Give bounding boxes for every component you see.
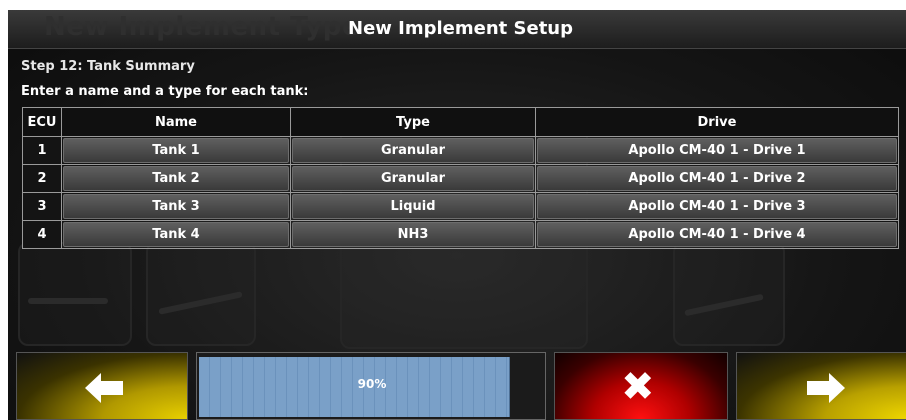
page-title: New Implement Setup <box>348 18 574 39</box>
table-row: 3 Tank 3 Liquid Apollo CM-40 1 - Drive 3 <box>22 192 899 221</box>
tank-table: ECU Name Type Drive 1 Tank 1 Granular Ap… <box>22 107 899 249</box>
table-row: 1 Tank 1 Granular Apollo CM-40 1 - Drive… <box>22 136 899 165</box>
name-cell: Tank 4 <box>61 220 291 249</box>
next-button[interactable] <box>736 352 906 420</box>
progress-label: 90% <box>357 377 387 391</box>
name-cell: Tank 1 <box>61 136 291 165</box>
ecu-cell: 3 <box>22 192 62 221</box>
arrow-right-icon <box>807 373 845 403</box>
type-cell: Granular <box>290 136 536 165</box>
column-header-ecu: ECU <box>22 107 62 137</box>
background-tile <box>673 242 785 346</box>
ghost-title: New Implement Type <box>44 12 360 42</box>
tank-drive-button[interactable]: Apollo CM-40 1 - Drive 2 <box>537 166 897 191</box>
tank-type-button[interactable]: NH3 <box>292 222 534 247</box>
name-cell: Tank 2 <box>61 164 291 193</box>
tank-type-button[interactable]: Granular <box>292 138 534 163</box>
step-label: Step 12: Tank Summary <box>21 59 195 74</box>
table-header-row: ECU Name Type Drive <box>22 107 899 137</box>
tank-type-button[interactable]: Granular <box>292 166 534 191</box>
arrow-left-icon <box>85 373 123 403</box>
back-button[interactable] <box>16 352 188 420</box>
progress-bar: 90% <box>196 352 546 420</box>
ecu-cell: 2 <box>22 164 62 193</box>
tank-name-button[interactable]: Tank 2 <box>63 166 289 191</box>
tank-drive-button[interactable]: Apollo CM-40 1 - Drive 4 <box>537 222 897 247</box>
table-row: 4 Tank 4 NH3 Apollo CM-40 1 - Drive 4 <box>22 220 899 249</box>
column-header-drive: Drive <box>535 107 899 137</box>
ecu-cell: 1 <box>22 136 62 165</box>
type-cell: Granular <box>290 164 536 193</box>
title-bar: New Implement Type New Implement Setup <box>8 10 906 49</box>
tank-drive-button[interactable]: Apollo CM-40 1 - Drive 1 <box>537 138 897 163</box>
background-tile <box>18 242 132 346</box>
type-cell: Liquid <box>290 192 536 221</box>
screen: New Implement Type New Implement Setup S… <box>8 10 906 420</box>
tank-name-button[interactable]: Tank 4 <box>63 222 289 247</box>
instruction-text: Enter a name and a type for each tank: <box>21 84 309 99</box>
drive-cell: Apollo CM-40 1 - Drive 3 <box>535 192 899 221</box>
tank-type-button[interactable]: Liquid <box>292 194 534 219</box>
drive-cell: Apollo CM-40 1 - Drive 1 <box>535 136 899 165</box>
close-icon: ✖ <box>621 364 655 410</box>
drive-cell: Apollo CM-40 1 - Drive 4 <box>535 220 899 249</box>
column-header-name: Name <box>61 107 291 137</box>
drive-cell: Apollo CM-40 1 - Drive 2 <box>535 164 899 193</box>
cancel-button[interactable]: ✖ <box>554 352 728 420</box>
ecu-cell: 4 <box>22 220 62 249</box>
column-header-type: Type <box>290 107 536 137</box>
tank-name-button[interactable]: Tank 1 <box>63 138 289 163</box>
table-row: 2 Tank 2 Granular Apollo CM-40 1 - Drive… <box>22 164 899 193</box>
type-cell: NH3 <box>290 220 536 249</box>
name-cell: Tank 3 <box>61 192 291 221</box>
tank-name-button[interactable]: Tank 3 <box>63 194 289 219</box>
tank-drive-button[interactable]: Apollo CM-40 1 - Drive 3 <box>537 194 897 219</box>
background-implement-shape <box>28 298 108 304</box>
